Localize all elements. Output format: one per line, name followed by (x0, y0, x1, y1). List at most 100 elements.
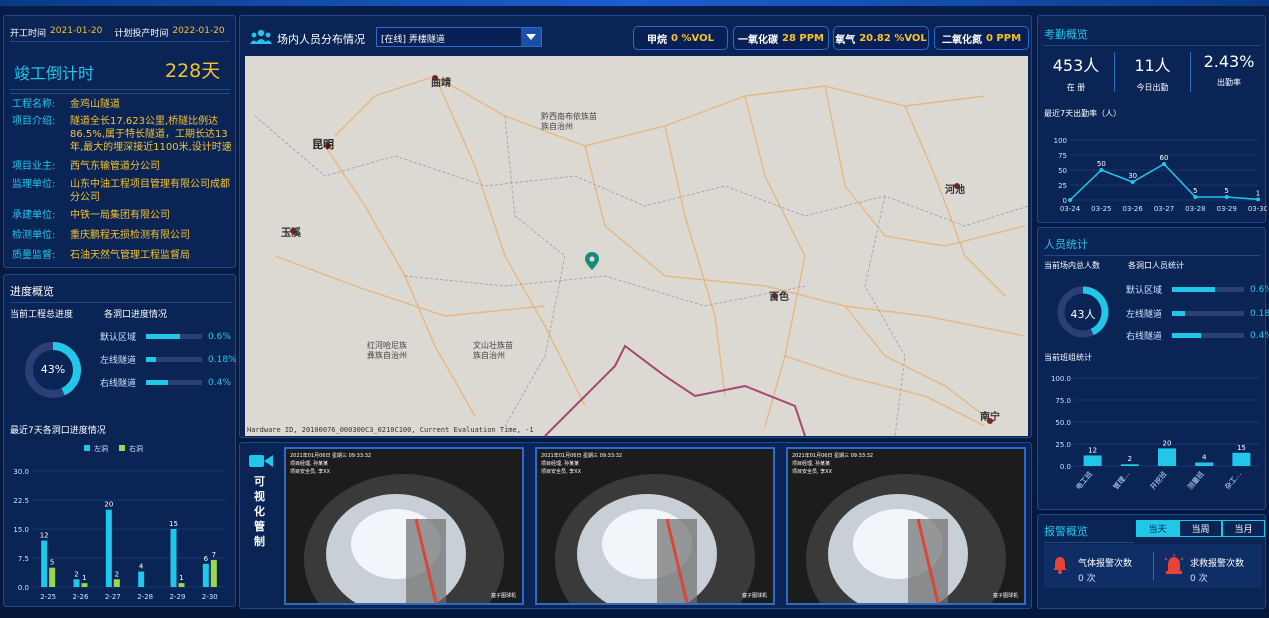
personnel-hole-row: 默认区域 0.6% (1126, 283, 1269, 297)
hole-name: 右线隧道 (100, 379, 137, 389)
bar (1083, 455, 1102, 466)
alarm-title: 报警概览 (1044, 523, 1134, 543)
bar (73, 579, 80, 587)
stat-label: 在 册 (1066, 83, 1086, 92)
tab-month[interactable]: 当月 (1222, 520, 1265, 537)
y-tick-label: 15.0 (13, 526, 29, 534)
gas-name: 一氧化碳 (737, 34, 778, 46)
x-tick-label: 2-27 (105, 593, 121, 601)
gas-alarm-value: 0 次 (1078, 574, 1096, 584)
camera-feed[interactable]: 2021年01月06日 星期三 09:33:32 项目经理, 孙某某 项目安全员… (535, 447, 775, 618)
data-label: 4 (1202, 453, 1207, 461)
gas-value: 0 PPM (985, 32, 1022, 44)
start-date-label: 开工时间 (10, 29, 47, 39)
hole-bar-fill (1172, 333, 1201, 338)
info-key: 项目业主: (12, 161, 56, 172)
attendance-chart-title: 最近7天出勤率（人） (1044, 109, 1122, 118)
progress-total-label: 当前工程总进度 (10, 310, 74, 320)
info-value: 中铁一局集团有限公司 (70, 210, 170, 221)
hole-bar-fill (1172, 287, 1216, 292)
hole-bar-fill (146, 380, 169, 385)
tunnel-select[interactable]: [在线] 弄楼隧道 (376, 27, 542, 47)
data-point (1224, 195, 1229, 199)
data-label: 1 (179, 574, 183, 582)
countdown-label: 竣工倒计时 (14, 64, 95, 83)
personnel-holes-label: 各洞口人员统计 (1128, 261, 1184, 270)
bar (81, 583, 88, 587)
personnel-total-value: 43人 (1070, 308, 1096, 321)
hole-name: 默认区域 (1126, 286, 1163, 296)
hole-bar-fill (146, 357, 157, 362)
hole-pct: 0.18% (208, 354, 237, 365)
map-roads (254, 75, 1028, 436)
map-label-guizhou: 黔西南布依族苗族自治州 (541, 112, 597, 131)
attendance-stat: 453人 在 册 (1038, 52, 1114, 93)
stat-label: 出勤率 (1217, 78, 1241, 87)
personnel-title: 人员统计 (1044, 236, 1260, 256)
data-label: 5 (1224, 187, 1228, 195)
y-tick-label: 25.0 (1055, 441, 1071, 449)
y-tick-label: 0 (1063, 197, 1067, 205)
y-tick-label: 75.0 (1055, 397, 1071, 405)
data-point (1130, 180, 1135, 184)
gas-alarm-label: 气体报警次数 (1078, 559, 1133, 569)
location-pin-icon[interactable] (585, 252, 599, 270)
data-label: 7 (212, 551, 216, 559)
camera-corner-label: 塞子图球机 (490, 593, 516, 599)
camera-overlay: 2021年01月06日 星期三 09:33:32 项目经理, 孙某某 项目安全员… (290, 452, 371, 476)
y-tick-label: 7.5 (18, 555, 29, 563)
stat-value: 453人 (1052, 56, 1100, 75)
overlay-line: 项目安全员, 李XX (541, 469, 582, 475)
tunnel-select-value: [在线] 弄楼隧道 (381, 35, 445, 45)
hole-pct: 0.4% (208, 377, 231, 388)
x-tick-label: 杂工... (1224, 470, 1243, 491)
gas-methane: 甲烷 0 %VOL (633, 26, 728, 50)
gas-oxygen: 氧气 20.82 %VOL (833, 26, 929, 50)
map-label-hechi: 河池 (945, 185, 965, 196)
map-label-wenshan: 文山壮族苗族自治州 (473, 341, 513, 360)
alarm-panel: 报警概览 当天 当周 当月 气体报警次数 0 次 求救报警次数 0 次 (1037, 514, 1266, 609)
data-label: 12 (1088, 446, 1097, 454)
tab-today[interactable]: 当天 (1136, 520, 1179, 537)
info-value: 西气东输管道分公司 (70, 161, 160, 172)
data-point (1193, 195, 1198, 199)
x-tick-label: 管理... (1111, 470, 1131, 492)
x-tick-label: 2-25 (40, 593, 56, 601)
data-point (1162, 162, 1166, 166)
data-point (1099, 168, 1104, 172)
bar (178, 583, 185, 587)
info-owner: 项目业主: 西气东输管道分公司 (12, 160, 234, 173)
info-contractor: 承建单位: 中铁一局集团有限公司 (12, 209, 234, 222)
personnel-total-label: 当前场内总人数 (1044, 261, 1100, 270)
gas-value: 20.82 %VOL (859, 32, 927, 44)
y-tick-label: 25 (1058, 182, 1067, 190)
camera-feed[interactable]: 2021年01月06日 星期三 09:33:32 项目经理, 孙某某 项目安全员… (786, 447, 1026, 618)
chevron-down-icon[interactable] (521, 28, 541, 46)
hole-name: 默认区域 (100, 333, 137, 343)
info-value: 隧道全长17.623公里,桥隧比例达86.5%,属于特长隧道，工期长达13年,最… (70, 116, 232, 153)
progress-holes-label: 各洞口进度情况 (104, 310, 168, 320)
legend-label: 右洞 (129, 444, 143, 453)
x-tick-label: 03-24 (1060, 205, 1081, 213)
personnel-hole-row: 右线隧道 0.4% (1126, 329, 1269, 343)
attendance-panel: 考勤概览 453人 在 册 11人 今日出勤 2.43% 出勤率 最近7天出勤率… (1037, 15, 1267, 223)
info-key: 检测单位: (12, 230, 56, 241)
camera-feed[interactable]: 2021年01月06日 星期三 09:33:32 项目经理, 孙某某 项目安全员… (284, 447, 524, 618)
hole-bar-fill (1172, 311, 1185, 316)
attendance-stat: 2.43% 出勤率 (1191, 52, 1267, 88)
y-tick-label: 0.0 (1060, 463, 1071, 471)
x-tick-label: 03-29 (1216, 205, 1236, 213)
info-value: 石油天然气管理工程监督局 (70, 250, 190, 261)
hole-name: 左线隧道 (100, 356, 137, 366)
bar (1158, 448, 1176, 466)
bar (105, 509, 112, 587)
x-tick-label: 电工班 (1074, 470, 1094, 492)
tab-week[interactable]: 当周 (1179, 520, 1222, 537)
gas-name: 甲烷 (647, 34, 668, 46)
info-project-intro: 项目介绍: 隧道全长17.623公里,桥隧比例达86.5%,属于特长隧道，工期长… (12, 115, 234, 155)
overlay-time: 2021年01月06日 星期三 09:33:32 (541, 453, 623, 459)
map-label-baise: 百色 (769, 292, 789, 303)
map-view[interactable]: 昆明 曲靖 百色 南宁 河池 玉溪 黔西南布依族苗族自治州 文山壮族苗族自治州 … (245, 56, 1028, 436)
info-value: 重庆鹏程无损检测有限公司 (70, 230, 190, 241)
y-tick-label: 0.0 (18, 584, 29, 592)
